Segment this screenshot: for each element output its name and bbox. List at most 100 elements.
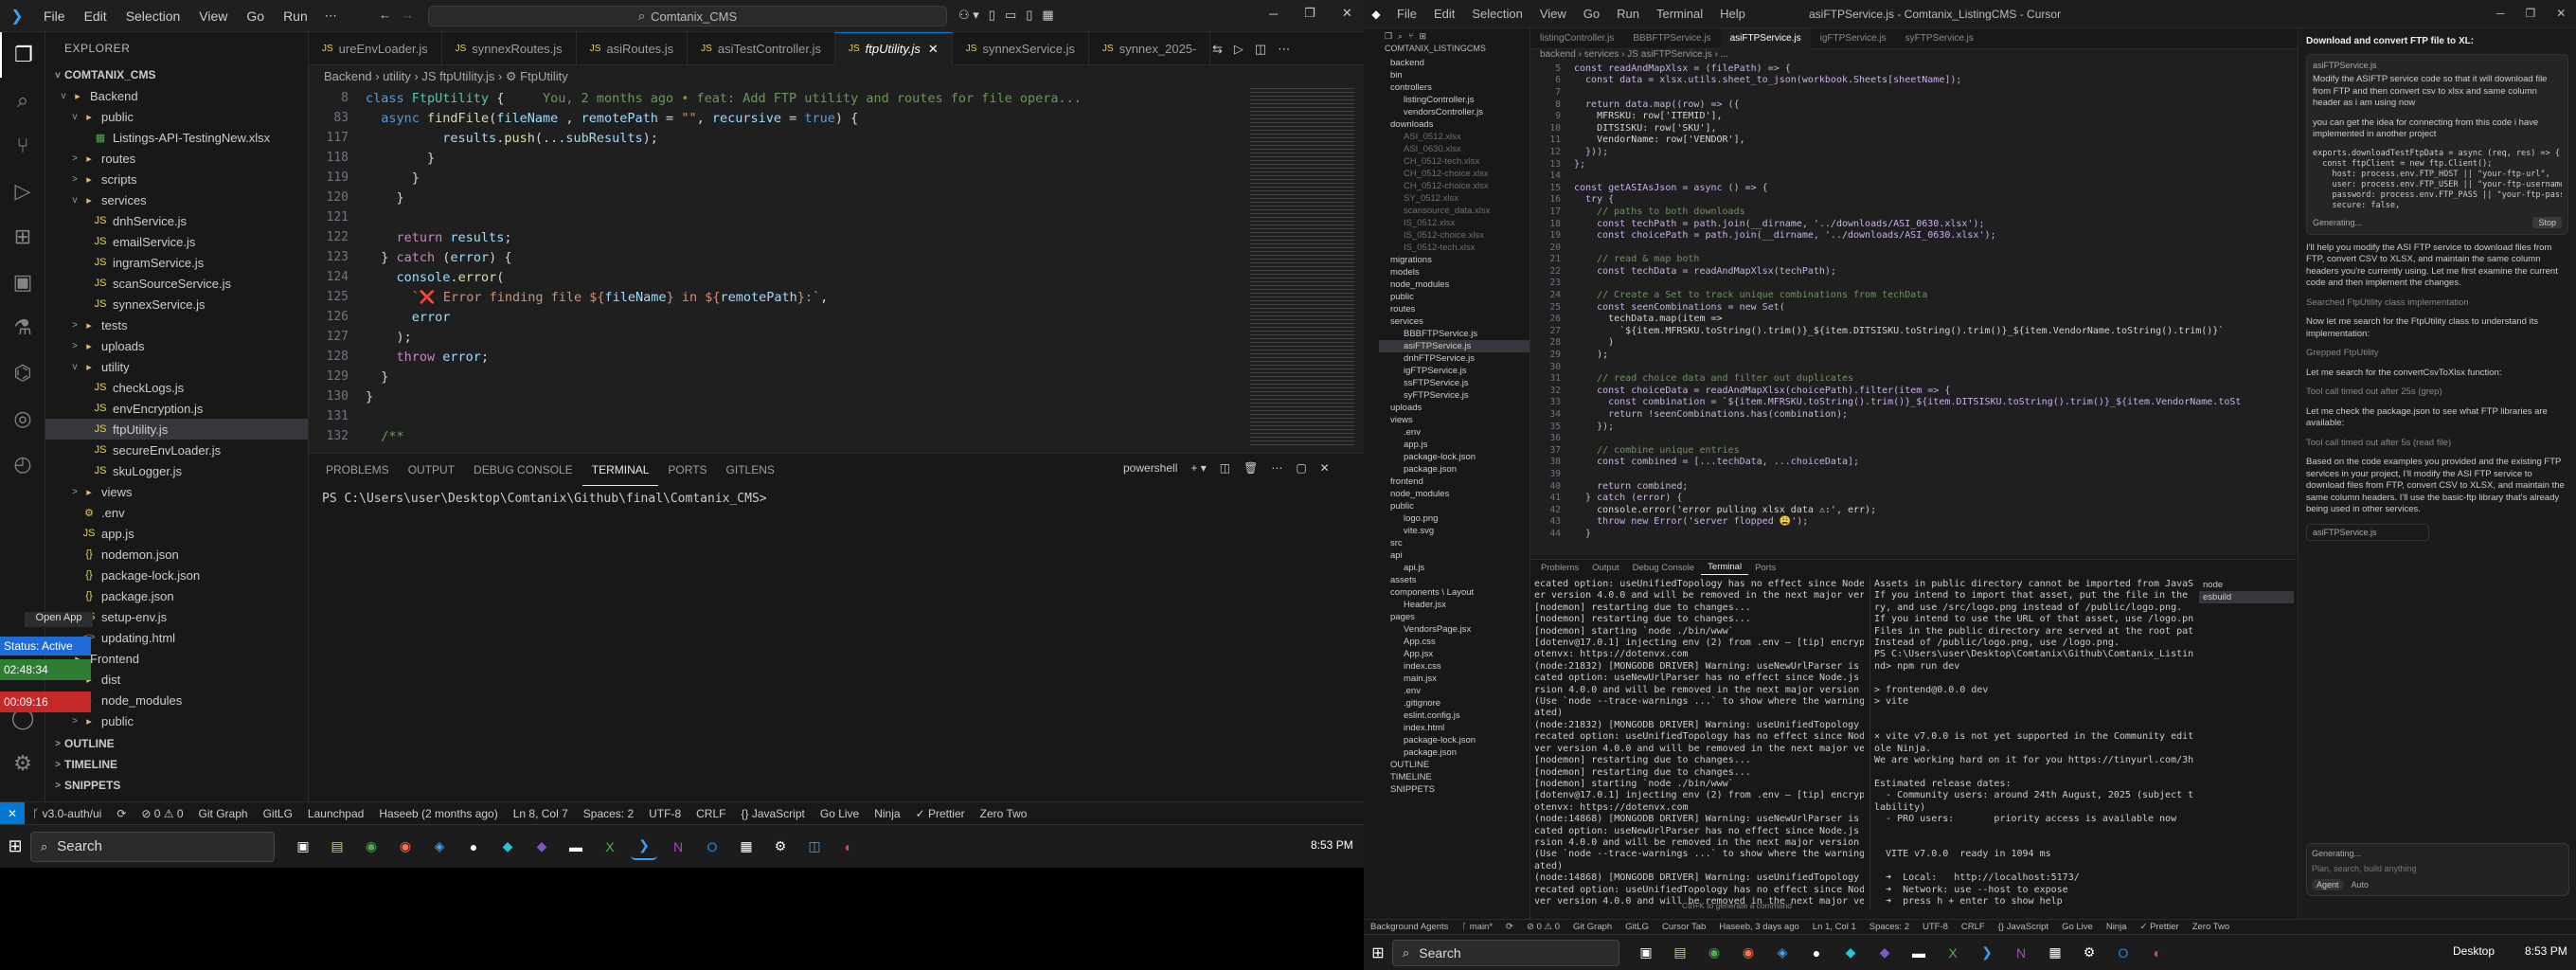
tree-item[interactable]: main.jsx (1379, 673, 1530, 685)
app-icon-4[interactable]: ◆ (528, 834, 555, 860)
tree-item[interactable]: IS_0512.xlsx (1379, 217, 1530, 229)
status-item[interactable]: Go Live (2055, 922, 2100, 932)
menu-item[interactable]: Edit (75, 9, 116, 24)
chrome-icon[interactable]: ◉ (358, 834, 385, 860)
terminal-output-backend[interactable]: ecated option: useUnifiedTopology has no… (1534, 579, 1864, 910)
editor-tab[interactable]: JS synnexService.js (953, 31, 1090, 65)
tree-item[interactable]: BBBFTPService.js (1379, 328, 1530, 340)
tree-item[interactable]: downloads (1379, 118, 1530, 131)
tree-item[interactable]: v ▸ utility (45, 356, 308, 377)
layout-panel-icon[interactable]: ▭ (1005, 8, 1016, 23)
run-debug-icon[interactable]: ▷ (0, 169, 45, 214)
tree-item[interactable]: logo.png (1379, 512, 1530, 525)
status-item[interactable]: Git Graph (1566, 922, 1619, 932)
search-view-icon[interactable]: ⌕ (0, 78, 45, 123)
taskbar-search[interactable]: ⌕ Search (1392, 939, 1619, 966)
more-icon[interactable]: ⋯ (1271, 461, 1282, 475)
excel-icon[interactable]: X (1940, 940, 1966, 966)
status-item[interactable]: Spaces: 2 (1863, 922, 1916, 932)
tree-item[interactable]: models (1379, 266, 1530, 278)
stop-button[interactable]: Stop (2532, 216, 2562, 228)
windows-start-icon[interactable]: ⊞ (1364, 943, 1392, 962)
restore-icon[interactable]: ❐ (1304, 6, 1315, 21)
tree-item[interactable]: JS ftpUtility.js (45, 419, 308, 440)
status-item[interactable]: Launchpad (300, 807, 371, 820)
gitlens-icon[interactable]: ◎ (0, 396, 45, 441)
remote-explorer-icon[interactable]: ▣ (0, 260, 45, 305)
tree-item[interactable]: CH_0512-tech.xlsx (1379, 155, 1530, 168)
terminal-prompt[interactable]: PS C:\Users\user\Desktop\Comtanix\Github… (309, 486, 1364, 512)
tree-item[interactable]: JS ingramService.js (45, 252, 308, 273)
cursor-breadcrumb[interactable]: backend › services › JS asiFTPService.js… (1530, 49, 2298, 63)
tree-item[interactable]: uploads (1379, 402, 1530, 414)
windows-start-icon[interactable]: ⊞ (0, 836, 30, 856)
panel-tab-terminal[interactable]: TERMINAL (581, 454, 659, 486)
python-icon[interactable]: ⌬ (0, 350, 45, 396)
tree-item[interactable]: SNIPPETS (1379, 783, 1530, 796)
status-item[interactable]: Ln 8, Col 7 (506, 807, 576, 820)
tree-item[interactable]: JS synnexService.js (45, 294, 308, 314)
status-item[interactable]: ᚴ main* (1455, 922, 1499, 932)
close-window-icon[interactable]: ✕ (2556, 7, 2566, 20)
menu-item[interactable]: Run (274, 9, 317, 24)
tree-item[interactable]: views (1379, 414, 1530, 426)
status-item[interactable]: Cursor Tab (1655, 922, 1712, 932)
app-icon-3[interactable]: ◆ (494, 834, 521, 860)
status-item[interactable]: Ninja (2100, 922, 2134, 932)
tree-item[interactable]: src (1379, 537, 1530, 549)
search-tool-line[interactable]: Searched FtpUtility class implementation (2306, 297, 2568, 310)
status-item[interactable]: ⟳ (1499, 922, 1520, 932)
tree-item[interactable]: v ▸ Backend (45, 85, 308, 106)
menu-item[interactable]: Go (1575, 7, 1608, 21)
code-editor[interactable]: 8 class FtpUtility { You, 2 months ago • … (309, 88, 1364, 448)
panel-tab-output[interactable]: Output (1585, 560, 1626, 575)
run-icon[interactable]: ▷ (1234, 42, 1243, 57)
tree-item[interactable]: bin (1379, 69, 1530, 81)
tree-item[interactable]: {} nodemon.json (45, 544, 308, 565)
tree-item[interactable]: .env (1379, 685, 1530, 697)
panel-tab-debug-console[interactable]: Debug Console (1626, 560, 1702, 575)
more-menu-icon[interactable]: ⋯ (317, 9, 345, 24)
split-editor-icon[interactable]: ◫ (1255, 42, 1266, 57)
tree-item[interactable]: IS_0512-tech.xlsx (1379, 242, 1530, 254)
tree-item[interactable]: > ▸ views (45, 481, 308, 502)
branch-icon[interactable]: ⑂ (1408, 31, 1413, 41)
app-icon[interactable]: ◈ (1769, 940, 1796, 966)
editor-tab[interactable]: syFTPService.js (1896, 28, 1983, 49)
status-item[interactable]: ✕ (0, 801, 26, 825)
extensions-icon[interactable]: ⊞ (1420, 31, 1427, 42)
settings-gear-icon[interactable]: ⚙ (0, 741, 45, 786)
grep-tool-line[interactable]: Grepped FtpUtility (2306, 348, 2568, 360)
menu-item[interactable]: Run (1608, 7, 1648, 21)
panel-tab-ports[interactable]: PORTS (658, 454, 716, 486)
app-icon-6[interactable]: ◐ (2144, 940, 2171, 966)
panel-tab-ports[interactable]: Ports (1748, 560, 1782, 575)
code-chip[interactable]: asiFTPService.js (2306, 523, 2429, 541)
file-explorer-icon[interactable]: ▤ (1667, 940, 1693, 966)
tree-item[interactable]: asiFTPService.js (1379, 340, 1530, 352)
tree-item[interactable]: JS app.js (45, 523, 308, 544)
tree-item[interactable]: JS envEncryption.js (45, 398, 308, 419)
new-terminal-icon[interactable]: + ▾ (1190, 461, 1206, 475)
tree-item[interactable]: public (1379, 500, 1530, 512)
editor-tab[interactable]: listingController.js (1530, 28, 1623, 49)
settings-icon[interactable]: ⚙ (2076, 940, 2102, 966)
split-terminal-icon[interactable]: ◫ (1220, 461, 1230, 475)
status-item[interactable]: Ln 1, Col 1 (1806, 922, 1863, 932)
taskbar-clock[interactable]: 8:53 PM (1311, 838, 1353, 852)
sidebar-section-timeline[interactable]: > TIMELINE (45, 754, 308, 775)
cursor-root[interactable]: COMTANIX_LISTINGCMS (1379, 44, 1530, 57)
sidebar-section-snippets[interactable]: > SNIPPETS (45, 775, 308, 796)
tree-item[interactable]: ▦ Listings-API-TestingNew.xlsx (45, 127, 308, 148)
desktop-label[interactable]: Desktop (2453, 944, 2495, 958)
chrome-icon[interactable]: ◉ (1701, 940, 1727, 966)
tree-item[interactable]: package-lock.json (1379, 734, 1530, 746)
chat-input[interactable]: Plan, search, build anything (2312, 864, 2564, 873)
tree-item[interactable]: {} package-lock.json (45, 565, 308, 585)
tree-item[interactable]: components \ Layout (1379, 586, 1530, 599)
firefox-icon[interactable]: ◉ (392, 834, 419, 860)
tree-item[interactable]: api (1379, 549, 1530, 562)
tree-item[interactable]: dnhFTPService.js (1379, 352, 1530, 365)
menu-item[interactable]: File (34, 9, 75, 24)
task-view-icon[interactable]: ▣ (290, 834, 316, 860)
